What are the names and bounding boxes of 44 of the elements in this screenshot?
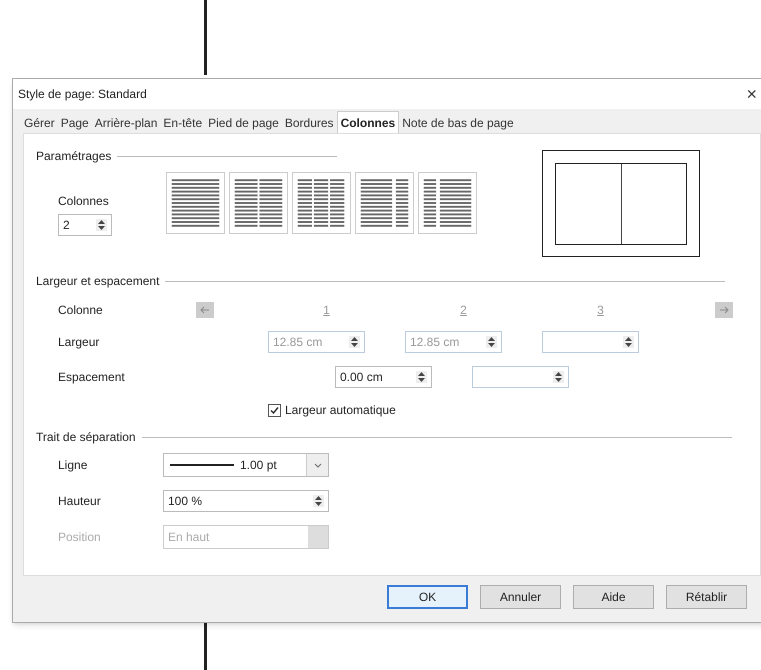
column-number: 3	[596, 302, 605, 319]
spinner-arrows-icon[interactable]	[313, 495, 324, 507]
spinner-arrows-icon[interactable]	[96, 219, 107, 231]
tab[interactable]: Gérer	[21, 113, 58, 133]
column-layout-option[interactable]	[355, 172, 414, 234]
field-label: Largeur	[58, 334, 100, 351]
tab[interactable]: Arrière-plan	[92, 113, 160, 133]
section-title: Largeur et espacement	[36, 273, 160, 290]
field-label: Hauteur	[58, 493, 102, 510]
tab[interactable]: Page	[58, 113, 92, 133]
column-layout-option[interactable]	[418, 172, 477, 234]
dialog-button[interactable]: Annuler	[480, 585, 561, 609]
tab[interactable]: En-tête	[160, 113, 206, 133]
field-label: Position	[58, 529, 102, 546]
tab[interactable]: Bordures	[282, 113, 337, 133]
field-label: Ligne	[58, 457, 88, 474]
field-label: Colonne	[58, 302, 104, 319]
column-layout-option[interactable]	[166, 172, 225, 234]
spinner-arrows-icon[interactable]	[416, 371, 427, 383]
dialog-button[interactable]: Aide	[573, 585, 654, 609]
spin-field[interactable]: 2	[58, 214, 112, 236]
field-label: Espacement	[58, 369, 126, 386]
checkbox-label[interactable]: Largeur automatique	[285, 401, 396, 419]
checkbox[interactable]	[268, 404, 281, 416]
dialog-button[interactable]: Rétablir	[666, 585, 747, 609]
spin-field[interactable]: 100 %	[163, 490, 329, 512]
close-button[interactable]: ×	[746, 85, 757, 103]
column-number: 1	[322, 302, 331, 319]
spin-field[interactable]: 0.00 cm	[335, 366, 432, 388]
tab[interactable]: Note de bas de page	[399, 113, 517, 133]
line-style-dropdown[interactable]: 1.00 pt	[163, 453, 329, 477]
dropdown-arrow-area	[308, 526, 328, 548]
window-title: Style de page: Standard	[18, 86, 147, 103]
field-label: Colonnes	[58, 193, 110, 210]
line-sample	[170, 464, 234, 466]
column-layout-option[interactable]	[229, 172, 288, 234]
column-number: 2	[459, 302, 468, 319]
tab[interactable]: Colonnes	[336, 111, 400, 133]
section-title: Trait de séparation	[36, 429, 136, 446]
section-title: Paramétrages	[36, 148, 112, 165]
column-layout-option[interactable]	[292, 172, 351, 234]
vertical-line	[204, 622, 207, 670]
tab[interactable]: Pied de page	[205, 113, 282, 133]
dialog-button[interactable]: OK	[387, 585, 468, 609]
